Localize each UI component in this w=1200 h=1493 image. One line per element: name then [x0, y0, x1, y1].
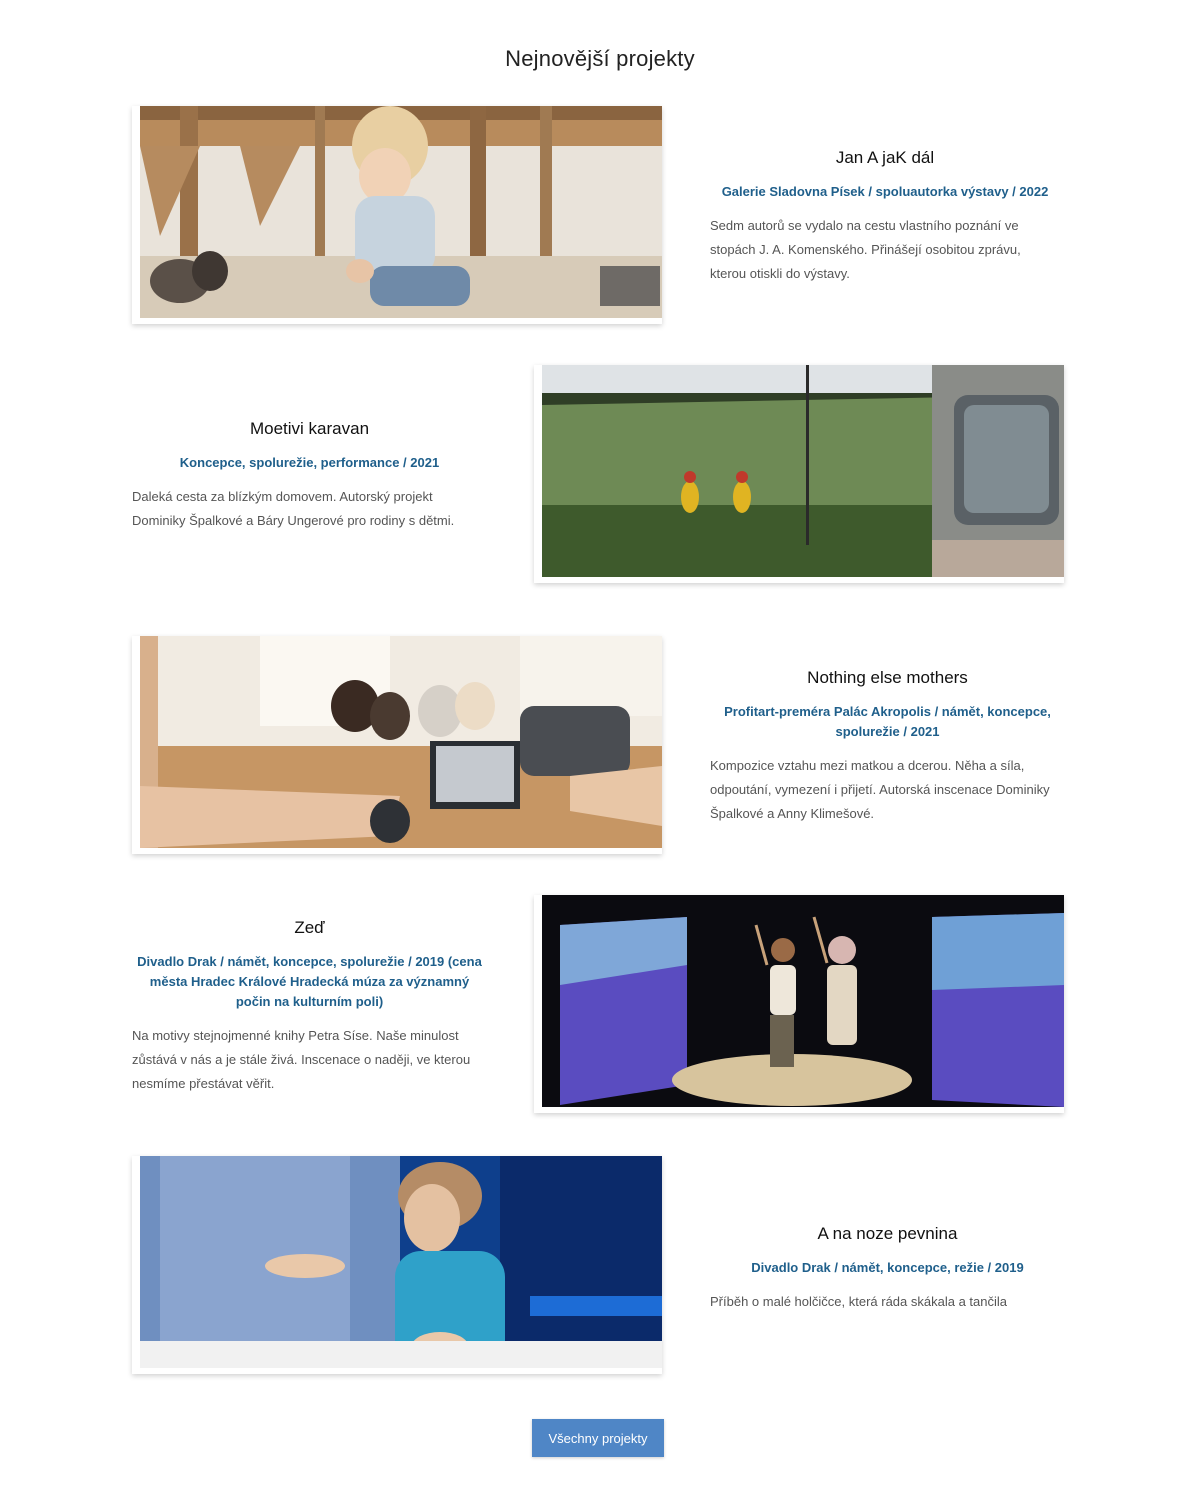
project-photo[interactable] [542, 895, 1064, 1107]
project-description: Daleká cesta za blízkým domovem. Autorsk… [132, 489, 455, 528]
project-meta: Divadlo Drak / námět, koncepce, režie / … [751, 1260, 1024, 1275]
project-text: A na noze pevnina Divadlo Drak / námět, … [710, 1224, 1065, 1314]
project-text: Jan A jaK dál Galerie Sladovna Písek / s… [710, 148, 1060, 286]
project-item: Moetivi karavan Koncepce, spolurežie, pe… [0, 365, 1200, 585]
project-text: Zeď Divadlo Drak / námět, koncepce, spol… [132, 918, 487, 1096]
project-photo-frame[interactable] [132, 106, 662, 324]
section-title: Nejnovější projekty [505, 46, 695, 71]
project-item: Jan A jaK dál Galerie Sladovna Písek / s… [0, 106, 1200, 326]
project-description: Na motivy stejnojmenné knihy Petra Síse.… [132, 1028, 471, 1091]
project-text: Moetivi karavan Koncepce, spolurežie, pe… [132, 419, 487, 533]
project-meta: Profitart-preméra Palác Akropolis / námě… [724, 704, 1051, 739]
project-title[interactable]: Zeď [132, 918, 487, 938]
project-item: A na noze pevnina Divadlo Drak / námět, … [0, 1156, 1200, 1376]
project-meta: Galerie Sladovna Písek / spoluautorka vý… [721, 184, 1049, 199]
project-title[interactable]: Jan A jaK dál [710, 148, 1060, 168]
project-title[interactable]: A na noze pevnina [710, 1224, 1065, 1244]
project-photo-frame[interactable] [132, 636, 662, 854]
project-description: Sedm autorů se vydalo na cestu vlastního… [710, 218, 1021, 281]
project-photo[interactable] [140, 106, 662, 318]
project-description: Kompozice vztahu mezi matkou a dcerou. N… [710, 758, 1050, 821]
project-title[interactable]: Nothing else mothers [710, 668, 1065, 688]
project-photo-frame[interactable] [534, 895, 1064, 1113]
project-photo[interactable] [140, 1156, 662, 1368]
project-text: Nothing else mothers Profitart-preméra P… [710, 668, 1065, 826]
project-title[interactable]: Moetivi karavan [132, 419, 487, 439]
project-item: Zeď Divadlo Drak / námět, koncepce, spol… [0, 895, 1200, 1115]
project-item: Nothing else mothers Profitart-preméra P… [0, 636, 1200, 856]
project-meta: Koncepce, spolurežie, performance / 2021 [179, 455, 440, 470]
all-projects-button[interactable]: Všechny projekty [532, 1419, 664, 1457]
project-photo-frame[interactable] [534, 365, 1064, 583]
project-meta: Divadlo Drak / námět, koncepce, spolurež… [137, 954, 482, 1009]
project-photo[interactable] [542, 365, 1064, 577]
project-photo-frame[interactable] [132, 1156, 662, 1374]
project-photo[interactable] [140, 636, 662, 848]
project-description: Příběh o malé holčičce, která ráda skáka… [710, 1294, 1007, 1309]
